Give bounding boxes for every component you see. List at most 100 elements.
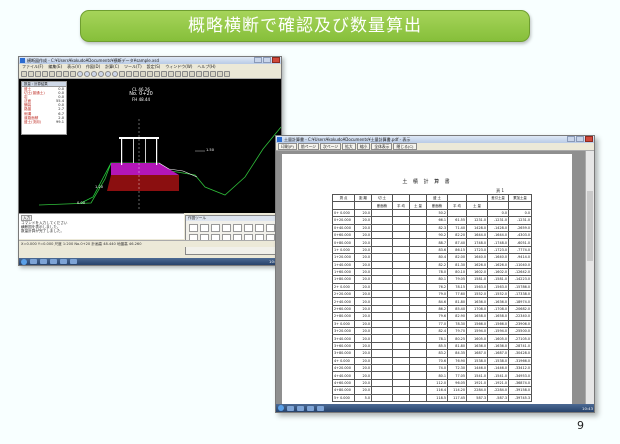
- toolbar-tool-icon[interactable]: [91, 71, 97, 77]
- toolbar-tool-icon[interactable]: [112, 71, 118, 77]
- palette-tool-icon[interactable]: [233, 224, 242, 232]
- toolbar-tool-icon[interactable]: [147, 71, 153, 77]
- toolbar-tool-icon[interactable]: [42, 71, 48, 77]
- table-cell: -1636.0: [487, 341, 509, 351]
- toolbar-tool-icon[interactable]: [56, 71, 62, 77]
- doc-viewer[interactable]: 土 積 計 算 書 頁 1 測 点距 離切 土盛 土差引土量 累加土量 断面積平 均…: [276, 151, 594, 405]
- taskbar-app-icon[interactable]: [287, 405, 294, 411]
- menu-item[interactable]: ファイル(F): [22, 64, 43, 69]
- doc-toolbar-button[interactable]: 全体表示: [371, 143, 393, 150]
- start-button[interactable]: [278, 405, 284, 411]
- palette-tool-icon[interactable]: [244, 224, 253, 232]
- toolbar-tool-icon[interactable]: [63, 71, 69, 77]
- table-cell: 1581.0: [466, 275, 488, 284]
- palette-tool-icon[interactable]: [211, 224, 220, 232]
- toolbar-tool-icon[interactable]: [182, 71, 188, 77]
- taskbar-app-icon[interactable]: [40, 259, 47, 264]
- toolbar-tool-icon[interactable]: [203, 71, 209, 77]
- doc-toolbar-button[interactable]: 次ページ: [319, 143, 342, 150]
- toolbar-tool-icon[interactable]: [210, 71, 216, 77]
- menu-item[interactable]: ウィンドウ(W): [165, 64, 192, 69]
- palette-tool-icon[interactable]: [222, 224, 231, 232]
- doc-titlebar[interactable]: 土量計算書 - C:¥Users¥kokudo¥Documents¥土量計算書.…: [276, 136, 594, 143]
- toolbar-tool-icon[interactable]: [70, 71, 76, 77]
- toolbar-tool-icon[interactable]: [161, 71, 167, 77]
- doc-toolbar-button[interactable]: 閉じる(C): [393, 143, 417, 150]
- taskbar-app-icon[interactable]: [50, 259, 57, 264]
- doc-toolbar-button[interactable]: 前ページ: [297, 143, 319, 150]
- toolbar-tool-icon[interactable]: [98, 71, 104, 77]
- menu-item[interactable]: 編集(E): [48, 64, 62, 69]
- taskbar-app-icon[interactable]: [307, 405, 314, 411]
- taskbar-app-icon[interactable]: [70, 259, 77, 264]
- palette-tool-icon[interactable]: [255, 224, 264, 232]
- table-cell: 82.2: [426, 260, 448, 269]
- menu-item[interactable]: 作図(D): [86, 64, 100, 69]
- toolbar-tool-icon[interactable]: [133, 71, 139, 77]
- table-cell: -1708.0: [487, 304, 509, 314]
- fill-area: [107, 175, 179, 191]
- table-cell: [409, 230, 427, 240]
- menu-item[interactable]: ツール(T): [124, 64, 142, 69]
- toolbar-tool-icon[interactable]: [189, 71, 195, 77]
- toolbar-tool-icon[interactable]: [49, 71, 55, 77]
- minimize-button[interactable]: [567, 136, 575, 142]
- close-button[interactable]: [585, 136, 593, 142]
- maximize-button[interactable]: [263, 57, 271, 63]
- table-cell: 76.90: [447, 356, 467, 366]
- taskbar-app-icon[interactable]: [317, 405, 324, 411]
- toolbar-tool-icon[interactable]: [224, 71, 230, 77]
- menu-item[interactable]: 表示(V): [67, 64, 81, 69]
- scroll-thumb[interactable]: [587, 191, 593, 261]
- doc-toolbar-button[interactable]: 拡大: [342, 143, 356, 150]
- toolbar-tool-icon[interactable]: [105, 71, 111, 77]
- table-row: 3+40.000 20.0 78.1 80.25 1605.0 -1605.0 -27105…: [332, 334, 532, 343]
- earthwork-report-window[interactable]: 土量計算書 - C:¥Users¥kokudo¥Documents¥土量計算書.…: [275, 135, 595, 413]
- menu-item[interactable]: ヘルプ(H): [197, 64, 215, 69]
- toolbar-tool-icon[interactable]: [119, 71, 125, 77]
- toolbar-tool-icon[interactable]: [126, 71, 132, 77]
- table-cell: -587.3: [487, 393, 509, 402]
- table-cell: 587.3: [466, 393, 488, 402]
- table-cell: 85.40: [447, 304, 467, 314]
- toolbar-tool-icon[interactable]: [196, 71, 202, 77]
- toolbar-tool-icon[interactable]: [140, 71, 146, 77]
- minimize-button[interactable]: [254, 57, 262, 63]
- table-cell: 87.40: [447, 238, 467, 247]
- table-cell: 61.55: [447, 216, 467, 225]
- menu-item[interactable]: 設定(S): [147, 64, 161, 69]
- doc-toolbar-button[interactable]: 印刷(P): [278, 143, 297, 150]
- toolbar-tool-icon[interactable]: [28, 71, 34, 77]
- cad-window[interactable]: 横断図作成 - C:¥Users¥kokudo¥Documents¥横断データ¥…: [18, 56, 283, 266]
- toolbar-tool-icon[interactable]: [154, 71, 160, 77]
- table-cell: 20.0: [354, 297, 372, 306]
- toolbar-tool-icon[interactable]: [77, 71, 83, 77]
- toolbar-tool-icon[interactable]: [168, 71, 174, 77]
- toolbar-tool-icon[interactable]: [21, 71, 27, 77]
- toolbar-tool-icon[interactable]: [84, 71, 90, 77]
- cross-section-canvas[interactable]: 数量 : 計算結果 盛土 0.0 切土(普通土) 0.0 岩 0.0 法面 55.4 舗装 0.0…: [19, 79, 281, 213]
- palette-tool-icon[interactable]: [189, 224, 198, 232]
- cad-titlebar[interactable]: 横断図作成 - C:¥Users¥kokudo¥Documents¥横断データ¥…: [19, 57, 281, 64]
- menu-item[interactable]: 計算(C): [105, 64, 119, 69]
- palette-tool-icon[interactable]: [200, 224, 209, 232]
- table-cell: 20.0: [354, 267, 372, 277]
- palette-tool-icon[interactable]: [266, 224, 275, 232]
- maximize-button[interactable]: [576, 136, 584, 142]
- table-cell: 平 均: [392, 201, 410, 210]
- table-cell: 82.90: [447, 312, 467, 321]
- table-cell: [392, 378, 410, 388]
- taskbar-app-icon[interactable]: [297, 405, 304, 411]
- table-cell: [409, 334, 427, 343]
- doc-toolbar-button[interactable]: 縮小: [356, 143, 371, 150]
- table-row: 0+60.000 20.0 90.2 82.20 1644.0 -1644.0 -4303.…: [332, 230, 532, 240]
- taskbar-app-icon[interactable]: [60, 259, 67, 264]
- doc-scrollbar[interactable]: [585, 151, 594, 405]
- toolbar-tool-icon[interactable]: [35, 71, 41, 77]
- toolbar-tool-icon[interactable]: [217, 71, 223, 77]
- start-button[interactable]: [21, 258, 27, 265]
- taskbar-app-icon[interactable]: [30, 259, 37, 264]
- toolbar-tool-icon[interactable]: [175, 71, 181, 77]
- command-area[interactable]: 入力 コマンドを入力してください 横断図を表示しました。 数量計算が完了しました。: [19, 213, 184, 239]
- close-button[interactable]: [272, 57, 280, 63]
